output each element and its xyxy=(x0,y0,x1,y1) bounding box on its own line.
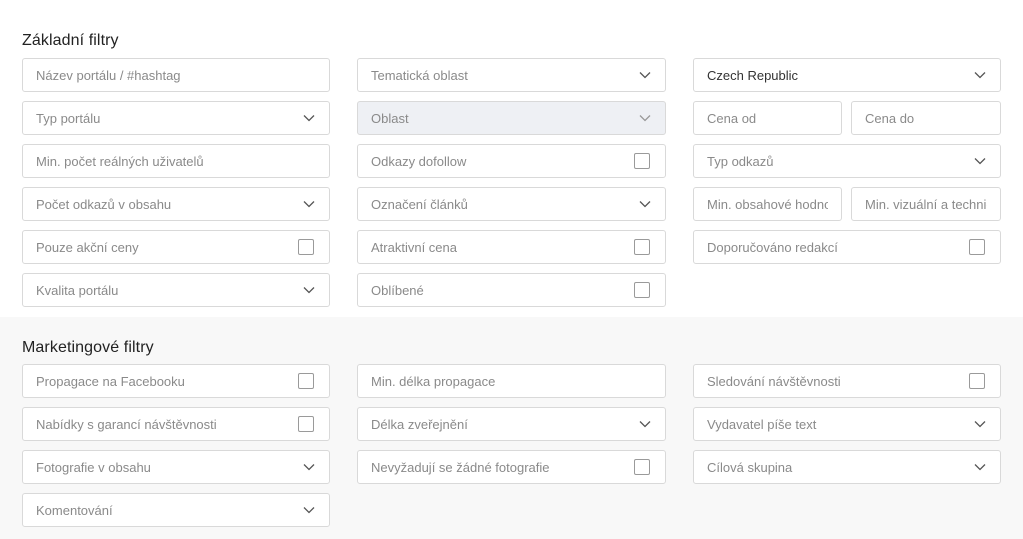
country-label: Czech Republic xyxy=(707,67,799,83)
chevron-down-icon xyxy=(638,111,652,125)
min-visual-rating-input[interactable] xyxy=(865,196,987,212)
favorite-checkbox[interactable] xyxy=(634,282,650,298)
only-sale-prices-checkbox-field[interactable]: Pouze akční ceny xyxy=(22,230,330,264)
chevron-down-icon xyxy=(302,111,316,125)
dofollow-checkbox-field[interactable]: Odkazy dofollow xyxy=(357,144,666,178)
only-sale-prices-checkbox[interactable] xyxy=(298,239,314,255)
filters-page: Základní filtry Tematická oblast Czech R… xyxy=(0,0,1023,539)
thematic-area-select[interactable]: Tematická oblast xyxy=(357,58,666,92)
area-label: Oblast xyxy=(371,110,409,126)
publisher-writes-select[interactable]: Vydavatel píše text xyxy=(693,407,1001,441)
chevron-down-icon xyxy=(302,283,316,297)
portal-quality-select[interactable]: Kvalita portálu xyxy=(22,273,330,307)
basic-filters-section: Základní filtry Tematická oblast Czech R… xyxy=(0,0,1023,317)
article-marking-label: Označení článků xyxy=(371,196,468,212)
traffic-tracking-checkbox[interactable] xyxy=(969,373,985,389)
price-from-input[interactable] xyxy=(707,110,828,126)
traffic-tracking-label: Sledování návštěvnosti xyxy=(707,373,841,389)
target-group-label: Cílová skupina xyxy=(707,459,793,475)
article-marking-select[interactable]: Označení článků xyxy=(357,187,666,221)
comments-select[interactable]: Komentování xyxy=(22,493,330,527)
chevron-down-icon xyxy=(638,68,652,82)
facebook-promo-checkbox[interactable] xyxy=(298,373,314,389)
portal-quality-label: Kvalita portálu xyxy=(36,282,119,298)
favorite-label: Oblíbené xyxy=(371,282,424,298)
favorite-checkbox-field[interactable]: Oblíbené xyxy=(357,273,666,307)
facebook-promo-checkbox-field[interactable]: Propagace na Facebooku xyxy=(22,364,330,398)
min-promo-length-input-box[interactable] xyxy=(357,364,666,398)
guaranteed-traffic-checkbox[interactable] xyxy=(298,416,314,432)
min-content-rating-input[interactable] xyxy=(707,196,828,212)
link-type-select[interactable]: Typ odkazů xyxy=(693,144,1001,178)
recommended-label: Doporučováno redakcí xyxy=(707,239,838,255)
only-sale-prices-label: Pouze akční ceny xyxy=(36,239,139,255)
photos-in-content-select[interactable]: Fotografie v obsahu xyxy=(22,450,330,484)
link-type-label: Typ odkazů xyxy=(707,153,774,169)
chevron-down-icon xyxy=(302,503,316,517)
no-photos-required-label: Nevyžadují se žádné fotografie xyxy=(371,459,550,475)
attractive-price-checkbox-field[interactable]: Atraktivní cena xyxy=(357,230,666,264)
portal-type-select[interactable]: Typ portálu xyxy=(22,101,330,135)
area-select[interactable]: Oblast xyxy=(357,101,666,135)
dofollow-checkbox[interactable] xyxy=(634,153,650,169)
photos-in-content-label: Fotografie v obsahu xyxy=(36,459,151,475)
price-to-input[interactable] xyxy=(865,110,987,126)
chevron-down-icon xyxy=(973,417,987,431)
basic-filters-title: Základní filtry xyxy=(22,32,119,49)
publisher-writes-label: Vydavatel píše text xyxy=(707,416,817,432)
guaranteed-traffic-label: Nabídky s garancí návštěvnosti xyxy=(36,416,217,432)
recommended-checkbox[interactable] xyxy=(969,239,985,255)
chevron-down-icon xyxy=(638,417,652,431)
min-users-input-box[interactable] xyxy=(22,144,330,178)
recommended-checkbox-field[interactable]: Doporučováno redakcí xyxy=(693,230,1001,264)
marketing-filters-section: Marketingové filtry Propagace na Faceboo… xyxy=(0,317,1023,539)
min-users-input[interactable] xyxy=(36,153,316,169)
chevron-down-icon xyxy=(302,197,316,211)
no-photos-required-checkbox[interactable] xyxy=(634,459,650,475)
chevron-down-icon xyxy=(638,197,652,211)
thematic-area-label: Tematická oblast xyxy=(371,67,468,83)
portal-name-input-box[interactable] xyxy=(22,58,330,92)
portal-type-label: Typ portálu xyxy=(36,110,101,126)
chevron-down-icon xyxy=(973,68,987,82)
min-visual-rating-input-box[interactable] xyxy=(851,187,1001,221)
attractive-price-checkbox[interactable] xyxy=(634,239,650,255)
chevron-down-icon xyxy=(973,460,987,474)
links-in-content-label: Počet odkazů v obsahu xyxy=(36,196,172,212)
chevron-down-icon xyxy=(973,154,987,168)
attractive-price-label: Atraktivní cena xyxy=(371,239,457,255)
min-content-rating-input-box[interactable] xyxy=(693,187,842,221)
country-select[interactable]: Czech Republic xyxy=(693,58,1001,92)
traffic-tracking-checkbox-field[interactable]: Sledování návštěvnosti xyxy=(693,364,1001,398)
guaranteed-traffic-checkbox-field[interactable]: Nabídky s garancí návštěvnosti xyxy=(22,407,330,441)
price-from-input-box[interactable] xyxy=(693,101,842,135)
chevron-down-icon xyxy=(302,460,316,474)
price-to-input-box[interactable] xyxy=(851,101,1001,135)
min-promo-length-input[interactable] xyxy=(371,373,652,389)
publish-length-select[interactable]: Délka zveřejnění xyxy=(357,407,666,441)
publish-length-label: Délka zveřejnění xyxy=(371,416,468,432)
portal-name-input[interactable] xyxy=(36,67,316,83)
links-in-content-select[interactable]: Počet odkazů v obsahu xyxy=(22,187,330,221)
dofollow-label: Odkazy dofollow xyxy=(371,153,467,169)
target-group-select[interactable]: Cílová skupina xyxy=(693,450,1001,484)
no-photos-required-checkbox-field[interactable]: Nevyžadují se žádné fotografie xyxy=(357,450,666,484)
comments-label: Komentování xyxy=(36,502,113,518)
facebook-promo-label: Propagace na Facebooku xyxy=(36,373,185,389)
marketing-filters-title: Marketingové filtry xyxy=(22,339,154,356)
